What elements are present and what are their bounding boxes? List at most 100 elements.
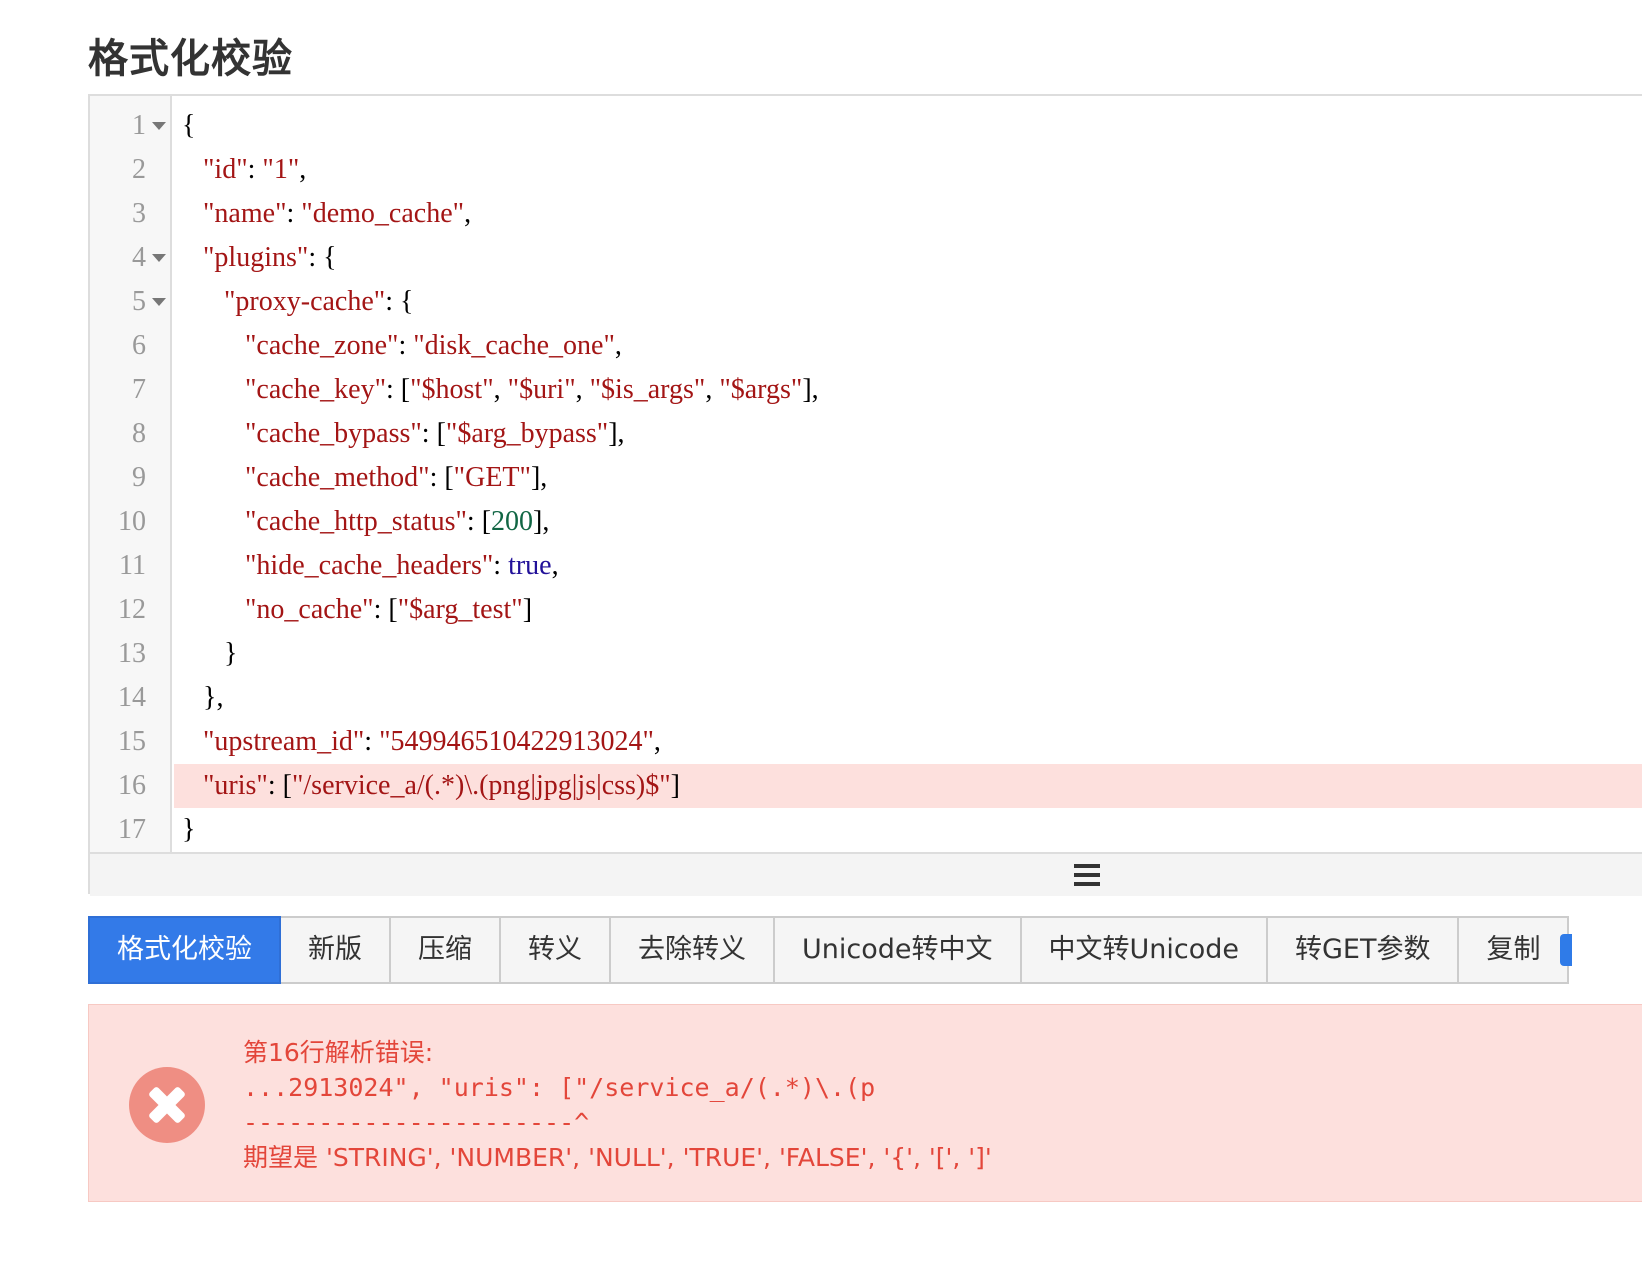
toolbar-button[interactable]: 去除转义 — [609, 916, 775, 984]
error-alert: 第16行解析错误: ...2913024", "uris": ["/service… — [88, 1004, 1642, 1202]
code-token: true — [508, 550, 552, 581]
code-line[interactable]: }, — [182, 676, 1642, 720]
line-number: 11 — [119, 550, 146, 581]
code-token: "cache_key" — [245, 374, 386, 405]
code-line[interactable]: "no_cache": ["$arg_test"] — [182, 588, 1642, 632]
code-line[interactable]: "uris": ["/service_a/(.*)\.(png|jpg|js|c… — [174, 764, 1642, 808]
code-token: } — [182, 638, 238, 669]
error-message: 第16行解析错误: ...2913024", "uris": ["/service… — [243, 1035, 992, 1175]
toolbar-button[interactable]: 格式化校验 — [88, 916, 281, 984]
code-token: , — [464, 198, 472, 229]
code-line[interactable]: "name": "demo_cache", — [182, 192, 1642, 236]
code-token: "no_cache" — [245, 594, 374, 625]
code-token: , — [551, 550, 559, 581]
line-number-gutter: 1 2 3 4 5 6 7 8 9 10 11 12 13 14 15 16 17 — [90, 96, 172, 852]
error-snippet: ...2913024", "uris": ["/service_a/(.*)\.… — [243, 1073, 876, 1102]
code-token: ], — [533, 506, 550, 537]
code-token: ], — [802, 374, 819, 405]
code-line[interactable]: "cache_http_status": [200], — [182, 500, 1642, 544]
code-line[interactable]: } — [182, 808, 1642, 852]
code-token: "cache_method" — [245, 462, 430, 493]
code-token: "plugins" — [203, 242, 309, 273]
toolbar-button[interactable]: 转义 — [499, 916, 611, 984]
toolbar-button[interactable]: 转GET参数 — [1266, 916, 1460, 984]
toolbar-button[interactable]: 新版 — [279, 916, 391, 984]
code-line[interactable]: "cache_key": ["$host", "$uri", "$is_args… — [182, 368, 1642, 412]
line-number: 9 — [132, 462, 146, 493]
code-token: : — [398, 330, 414, 361]
code-token: ] — [670, 770, 680, 801]
code-line[interactable]: "cache_method": ["GET"], — [182, 456, 1642, 500]
code-token: "549946510422913024" — [379, 726, 654, 757]
code-token: "hide_cache_headers" — [245, 550, 494, 581]
toolbar-button[interactable]: 复制 — [1457, 916, 1570, 984]
error-icon — [129, 1067, 205, 1143]
code-line[interactable]: { — [182, 104, 1642, 148]
fold-arrow-icon[interactable] — [152, 254, 166, 262]
code-line[interactable]: "cache_zone": "disk_cache_one", — [182, 324, 1642, 368]
error-expected: 期望是 'STRING', 'NUMBER', 'NULL', 'TRUE', … — [243, 1143, 992, 1172]
code-line[interactable]: "cache_bypass": ["$arg_bypass"], — [182, 412, 1642, 456]
code-line[interactable]: "proxy-cache": { — [182, 280, 1642, 324]
code-line[interactable]: "plugins": { — [182, 236, 1642, 280]
code-token: "cache_bypass" — [245, 418, 422, 449]
drag-handle-icon[interactable] — [1074, 864, 1100, 886]
code-token: , — [705, 374, 720, 405]
code-token: : [ — [429, 462, 454, 493]
json-editor[interactable]: 1 2 3 4 5 6 7 8 9 10 11 12 13 14 15 16 17 { "id": "1", "… — [88, 94, 1642, 896]
line-number: 4 — [132, 242, 146, 273]
line-number: 1 — [132, 110, 146, 141]
code-line[interactable]: "id": "1", — [182, 148, 1642, 192]
code-token: "1" — [262, 154, 300, 185]
code-token: "$arg_test" — [397, 594, 523, 625]
line-number: 2 — [132, 154, 146, 185]
code-token: , — [653, 726, 661, 757]
toolbar-button[interactable]: Unicode转中文 — [773, 916, 1022, 984]
code-token: ] — [522, 594, 533, 625]
editor-resize-bar[interactable] — [90, 852, 1642, 896]
fold-arrow-icon[interactable] — [152, 298, 166, 306]
code-line[interactable]: "upstream_id": "549946510422913024", — [182, 720, 1642, 764]
line-number: 7 — [132, 374, 146, 405]
toolbar-button[interactable]: 中文转Unicode — [1019, 916, 1268, 984]
line-number: 17 — [118, 814, 146, 845]
code-token: "cache_http_status" — [245, 506, 467, 537]
code-token: } — [182, 814, 196, 845]
code-token: "$arg_bypass" — [445, 418, 609, 449]
code-line[interactable]: "hide_cache_headers": true, — [182, 544, 1642, 588]
error-title: 第16行解析错误: — [243, 1038, 434, 1067]
line-number: 8 — [132, 418, 146, 449]
code-token: : [ — [386, 374, 411, 405]
fold-arrow-icon[interactable] — [152, 122, 166, 130]
code-token: "GET" — [453, 462, 531, 493]
code-token: }, — [182, 682, 224, 713]
code-token: "id" — [203, 154, 248, 185]
code-token: : — [286, 198, 302, 229]
code-token: : [ — [373, 594, 398, 625]
partial-button-edge[interactable] — [1560, 934, 1572, 966]
code-token: "upstream_id" — [203, 726, 365, 757]
code-token: "disk_cache_one" — [413, 330, 615, 361]
line-number: 14 — [118, 682, 146, 713]
code-token: { — [182, 110, 196, 141]
code-area[interactable]: { "id": "1", "name": "demo_cache", "plug… — [172, 96, 1642, 852]
toolbar-button[interactable]: 压缩 — [389, 916, 501, 984]
code-token: "demo_cache" — [301, 198, 465, 229]
line-number: 16 — [118, 770, 146, 801]
code-line[interactable]: } — [182, 632, 1642, 676]
code-token: : [ — [267, 770, 292, 801]
line-number: 3 — [132, 198, 146, 229]
code-token: ], — [530, 462, 548, 493]
code-token: ], — [608, 418, 625, 449]
toolbar: 格式化校验 新版 压缩 转义 去除转义 Unicode转中文 中文转Unicode 转GET参… — [88, 916, 1570, 984]
